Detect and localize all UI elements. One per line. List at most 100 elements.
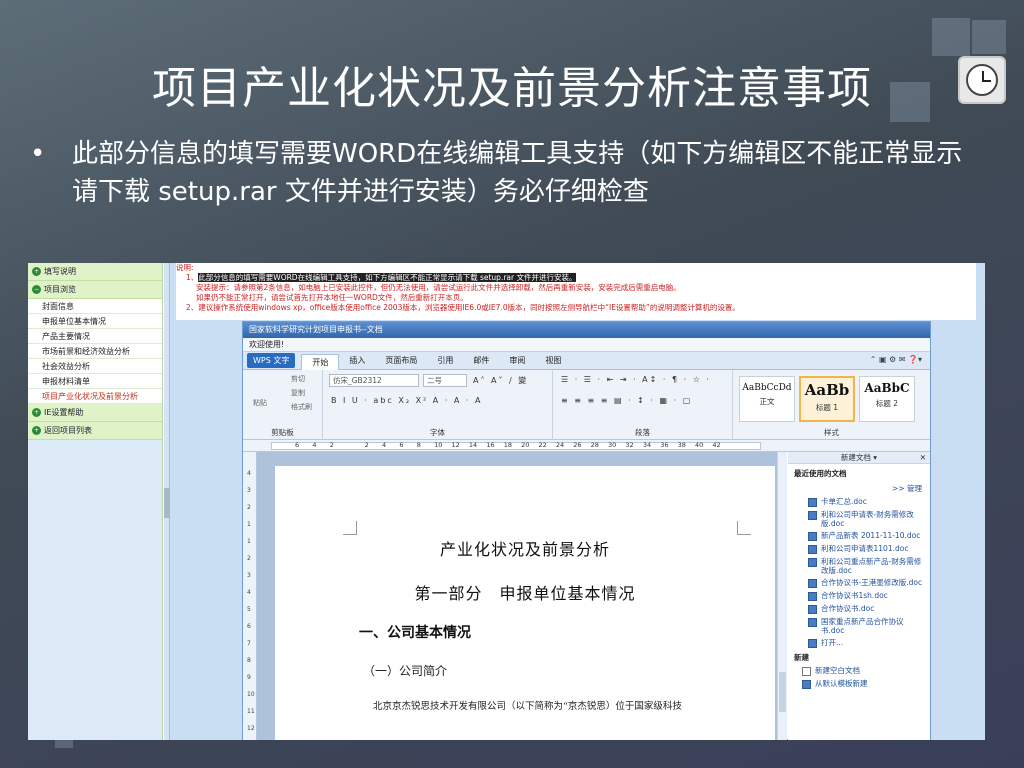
horizontal-ruler[interactable]: 6 4 2 2 4 6 8 10 12 14 16 18 20 22 24 26 28 30 32 34 36 38 40 4… — [243, 440, 930, 452]
ruler-number: 32 — [625, 441, 634, 449]
ruler-number: 4 — [381, 441, 387, 449]
style-name: 标题 1 — [815, 403, 839, 412]
nav-item-industrialization[interactable]: 项目产业化状况及前景分析 — [28, 389, 162, 404]
font-size-select[interactable]: 二号 — [423, 374, 467, 387]
recent-file-name: 合作协议书1sh.doc — [821, 591, 888, 600]
tab-review[interactable]: 审阅 — [499, 355, 535, 366]
template-icon — [802, 680, 811, 689]
help-icons[interactable]: ⌃ ▣ ⚙ ✉ ❓▾ — [870, 355, 922, 364]
nav-item-cover[interactable]: 封面信息 — [28, 299, 162, 314]
style-normal[interactable]: AaBbCcDd 正文 — [739, 376, 795, 422]
nav-item-materials[interactable]: 申报材料清单 — [28, 374, 162, 389]
tab-home[interactable]: 开始 — [301, 353, 340, 370]
document-icon — [802, 667, 811, 676]
group-font: 仿宋_GB2312 二号 A˄ A˅ ∕ 變 B I U · abc X₂ X²… — [323, 370, 553, 440]
nav-group-instructions[interactable]: + 填写说明 — [28, 263, 162, 281]
recent-file-item[interactable]: 利和公司申请表1101.doc — [788, 541, 930, 554]
ribbon-tabs: WPS 文字 开始 插入 页面布局 引用 邮件 审阅 视图 ⌃ ▣ ⚙ ✉ ❓▾ — [243, 352, 930, 370]
ruler-number: 34 — [642, 441, 652, 449]
wps-app-button[interactable]: WPS 文字 — [247, 353, 296, 368]
recent-file-name: 合作协议书.doc — [821, 604, 875, 613]
ruler-number: 6 — [295, 441, 300, 449]
recent-file-item[interactable]: 新产品新表 2011-11-10.doc — [788, 528, 930, 541]
vruler-number: 1 — [247, 521, 251, 528]
doc-part-heading: 第一部分 申报单位基本情况 — [414, 584, 636, 603]
scroll-thumb[interactable] — [779, 672, 786, 712]
nav-item-market[interactable]: 市场前景和经济效益分析 — [28, 344, 162, 359]
cut-button[interactable]: 剪切 — [291, 374, 305, 384]
margin-mark — [343, 521, 357, 535]
nav-group-project-browse[interactable]: − 项目浏览 — [28, 281, 162, 299]
decor-square — [932, 18, 970, 56]
notes-line4: 2、建议操作系统使用windows xp，office版本使用office 20… — [186, 303, 740, 312]
recent-file-item[interactable]: 合作协议书-王港墨修改版.doc — [788, 575, 930, 588]
style-heading1[interactable]: AaBb 标题 1 — [799, 376, 855, 422]
align-buttons[interactable]: ≡ ≡ ≡ ≡ ▤ · ↕ · ▦ · ▢ — [561, 396, 692, 405]
ruler-number: 14 — [468, 441, 478, 449]
document-page[interactable]: 产业化状况及前景分析 第一部分 申报单位基本情况 一、公司基本情况 （一）公司简… — [275, 466, 775, 740]
left-nav: + 填写说明 − 项目浏览 封面信息 申报单位基本情况 产品主要情况 市场前景和经济… — [28, 263, 163, 740]
recent-file-name: 合作协议书-王港墨修改版.doc — [821, 578, 923, 587]
recent-file-item[interactable]: 利和公司申请表-财务需修改版.doc — [788, 507, 930, 528]
recent-file-item[interactable]: 合作协议书.doc — [788, 601, 930, 614]
margin-mark — [737, 521, 751, 535]
recent-file-item[interactable]: 打开... — [788, 635, 930, 648]
plus-circle-icon: + — [32, 267, 41, 276]
nav-group-back[interactable]: + 返回项目列表 — [28, 422, 162, 440]
vruler-number: 7 — [247, 640, 251, 647]
vruler-number: 12 — [247, 725, 255, 732]
decor-square — [972, 20, 1006, 54]
new-from-template[interactable]: 从默认模板新建 — [788, 676, 930, 689]
format-painter-button[interactable]: 格式刷 — [291, 402, 312, 412]
document-icon — [808, 511, 817, 520]
slide-title: 项目产业化状况及前景分析注意事项 — [152, 63, 872, 114]
ruler-number: 10 — [434, 441, 443, 449]
tab-page-layout[interactable]: 页面布局 — [375, 355, 427, 366]
group-paragraph: ☰ · ☰ · ⇤ ⇥ · A↕ · ¶ · ☆ · ≡ ≡ ≡ ≡ ▤ · ↕… — [553, 370, 733, 440]
clock-icon — [958, 56, 1006, 104]
bullet-text: 此部分信息的填写需要WORD在线编辑工具支持（如下方编辑区不能正常显示请下载 s… — [72, 139, 963, 207]
doc-title: 产业化状况及前景分析 — [439, 540, 610, 559]
task-pane-header[interactable]: 新建文档 ▾ ✕ — [788, 452, 930, 464]
nav-group-label: 返回项目列表 — [44, 426, 92, 435]
ruler-number: 30 — [608, 441, 617, 449]
manage-link[interactable]: >> 管理 — [788, 483, 930, 494]
recent-docs-label: 最近使用的文档 — [794, 469, 847, 478]
wps-editor-window: 国家软科学研究计划项目申报书--文档 欢迎使用! WPS 文字 开始 插入 页面… — [242, 321, 931, 740]
nav-group-label: IE设置帮助 — [44, 408, 84, 417]
nav-item-social[interactable]: 社会效益分析 — [28, 359, 162, 374]
font-family-select[interactable]: 仿宋_GB2312 — [329, 374, 419, 387]
tab-mailings[interactable]: 邮件 — [463, 355, 499, 366]
font-style-buttons[interactable]: B I U · abc X₂ X² A · A · A — [331, 396, 482, 405]
style-name: 正文 — [759, 397, 775, 406]
list-buttons[interactable]: ☰ · ☰ · ⇤ ⇥ · A↕ · ¶ · ☆ · — [561, 375, 711, 384]
vertical-scrollbar[interactable] — [777, 452, 787, 740]
paste-button[interactable]: 粘贴 — [253, 398, 267, 408]
copy-button[interactable]: 复制 — [291, 388, 305, 398]
nav-item-products[interactable]: 产品主要情况 — [28, 329, 162, 344]
new-blank-doc[interactable]: 新建空白文档 — [788, 663, 930, 676]
document-icon — [808, 498, 817, 507]
ruler-number: 22 — [538, 441, 547, 449]
tab-insert[interactable]: 插入 — [339, 355, 375, 366]
ruler-number: 4 — [312, 441, 317, 449]
vruler-number: 10 — [247, 691, 255, 698]
vruler-number: 4 — [247, 589, 251, 596]
nav-item-unit-info[interactable]: 申报单位基本情况 — [28, 314, 162, 329]
vertical-ruler[interactable]: 4 3 2 1 1 2 3 4 5 6 7 8 9 10 11 12 — [243, 452, 257, 740]
ruler-numbers: 6 4 2 2 4 6 8 10 12 14 16 18 20 22 24 26 28 30 32 34 36 38 40 4… — [295, 441, 730, 449]
welcome-bar: 欢迎使用! — [243, 338, 930, 352]
tab-references[interactable]: 引用 — [427, 355, 463, 366]
recent-file-item[interactable]: 卡单汇总.doc — [788, 494, 930, 507]
recent-file-item[interactable]: 国家重点新产品合作协议书.doc — [788, 614, 930, 635]
vruler-number: 11 — [247, 708, 255, 715]
recent-file-item[interactable]: 合作协议书1sh.doc — [788, 588, 930, 601]
tab-view[interactable]: 视图 — [535, 355, 571, 366]
font-size-buttons[interactable]: A˄ A˅ ∕ 變 — [473, 375, 528, 386]
ruler-number: 40 — [694, 441, 704, 449]
close-icon[interactable]: ✕ — [920, 452, 926, 464]
task-pane: 新建文档 ▾ ✕ 最近使用的文档 >> 管理 卡单汇总.doc 利和公司申请表-财务… — [788, 452, 930, 740]
recent-file-item[interactable]: 利和公司重点新产品-财务需修改版.doc — [788, 554, 930, 575]
nav-group-ie-help[interactable]: + IE设置帮助 — [28, 404, 162, 422]
style-heading2[interactable]: AaBbC 标题 2 — [859, 376, 915, 422]
